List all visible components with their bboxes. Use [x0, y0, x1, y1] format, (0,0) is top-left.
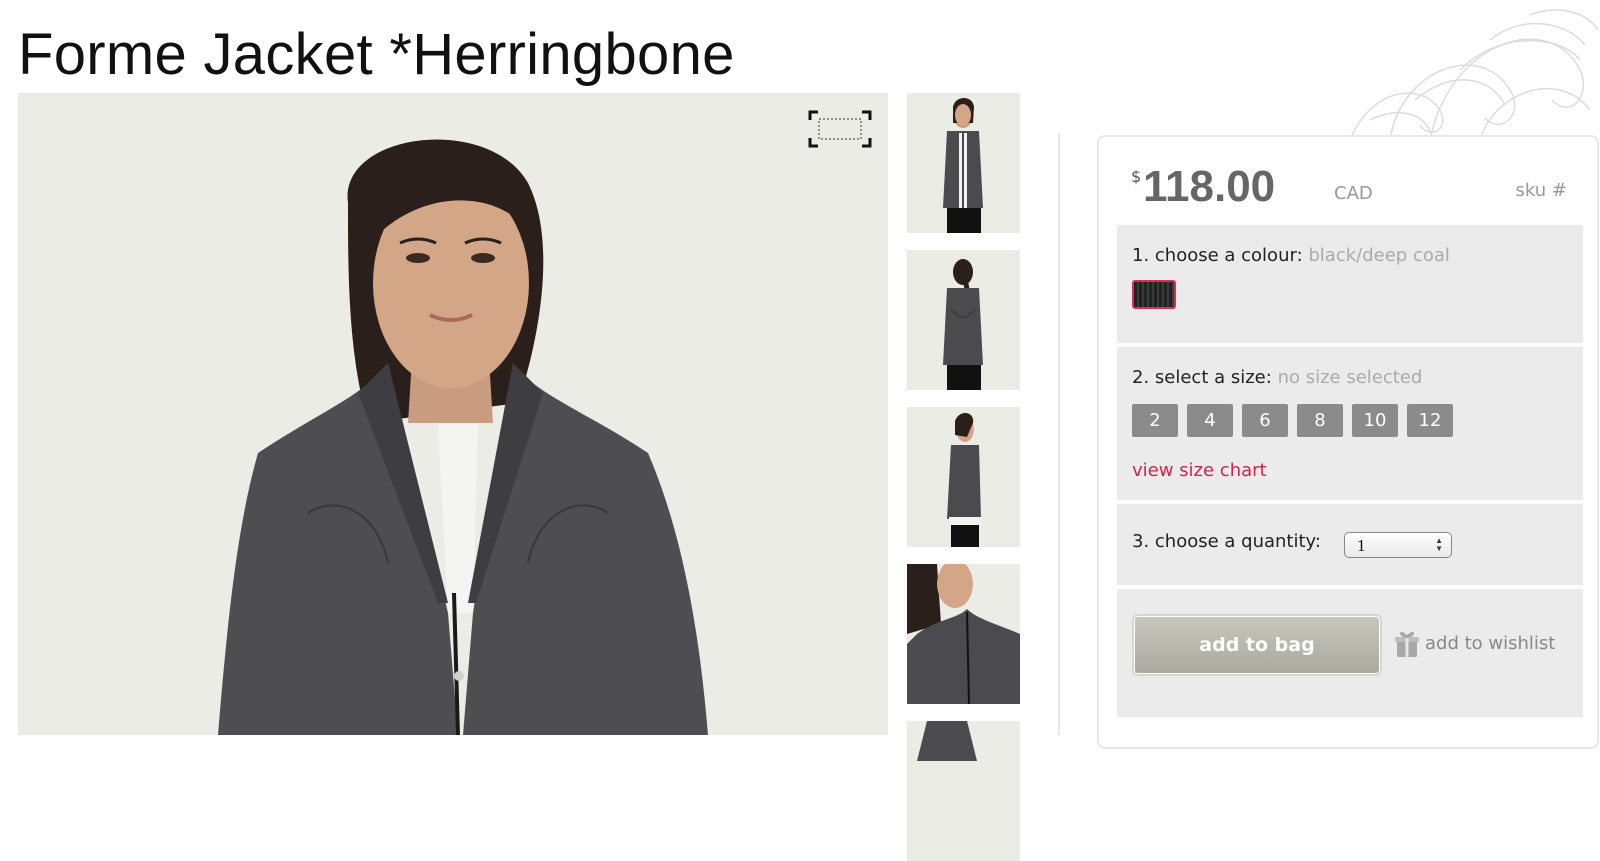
price: 118.00: [1143, 162, 1276, 211]
add-to-bag-section: add to bag add to wishlist: [1117, 589, 1583, 717]
size-button[interactable]: 6: [1242, 404, 1288, 437]
quantity-value: 1: [1357, 536, 1366, 555]
price-row: $ 118.00 CAD sku #: [1131, 163, 1567, 213]
size-label: 2. select a size:: [1132, 367, 1272, 388]
column-divider: [1058, 133, 1060, 735]
colour-label-row: 1. choose a colour: black/deep coal: [1132, 245, 1450, 266]
colour-label: 1. choose a colour:: [1132, 245, 1303, 266]
quantity-section: 3. choose a quantity: 1 ▲ ▼: [1117, 504, 1583, 585]
view-size-chart-link[interactable]: view size chart: [1132, 460, 1267, 481]
product-title: Forme Jacket *Herringbone: [18, 22, 735, 87]
currency-symbol: $: [1131, 167, 1142, 186]
quantity-select[interactable]: 1 ▲ ▼: [1344, 532, 1452, 558]
size-section: 2. select a size: no size selected 2 4 6…: [1117, 347, 1583, 500]
thumbnail-more[interactable]: [907, 721, 1020, 861]
colour-section: 1. choose a colour: black/deep coal: [1117, 225, 1583, 343]
size-button[interactable]: 12: [1407, 404, 1453, 437]
colour-swatch-black-deep-coal[interactable]: [1132, 280, 1176, 309]
zoom-frame-icon[interactable]: [808, 110, 872, 148]
size-button[interactable]: 2: [1132, 404, 1178, 437]
select-arrows-icon: ▲ ▼: [1435, 536, 1443, 553]
size-button[interactable]: 8: [1297, 404, 1343, 437]
thumbnail-back[interactable]: [907, 250, 1020, 390]
add-to-bag-button[interactable]: add to bag: [1132, 614, 1382, 676]
sku-label: sku #: [1515, 180, 1567, 201]
thumbnail-detail[interactable]: [907, 564, 1020, 704]
thumbnail-front[interactable]: [907, 93, 1020, 233]
size-label-row: 2. select a size: no size selected: [1132, 367, 1422, 388]
add-to-wishlist-label: add to wishlist: [1425, 633, 1556, 654]
size-button[interactable]: 10: [1352, 404, 1398, 437]
size-value: no size selected: [1277, 367, 1423, 388]
thumbnail-side[interactable]: [907, 407, 1020, 547]
decorative-wave-pattern: [1349, 9, 1599, 140]
colour-value: black/deep coal: [1308, 245, 1450, 266]
gift-icon: [1395, 631, 1419, 657]
size-button[interactable]: 4: [1187, 404, 1233, 437]
purchase-panel: $ 118.00 CAD sku # 1. choose a colour: b…: [1097, 135, 1599, 749]
main-product-image[interactable]: [18, 93, 888, 735]
quantity-label: 3. choose a quantity:: [1132, 531, 1321, 552]
currency-code: CAD: [1334, 183, 1373, 204]
